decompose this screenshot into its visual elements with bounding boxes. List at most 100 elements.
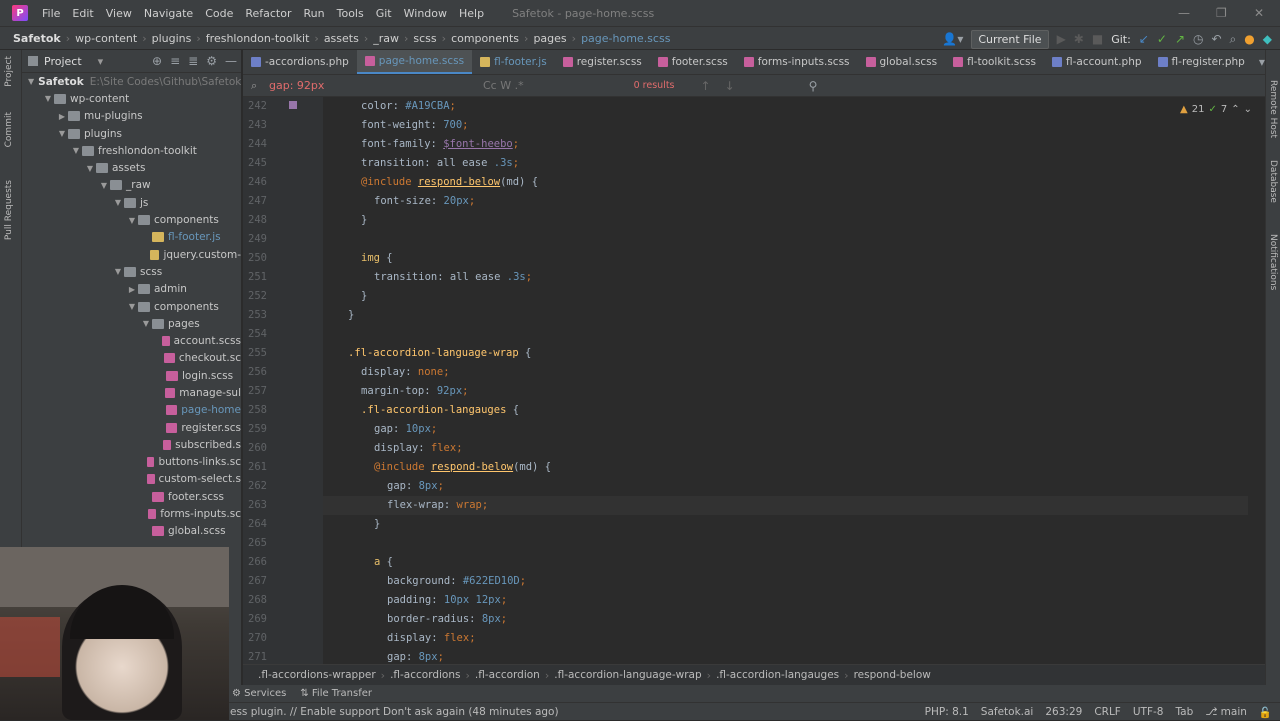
search-icon[interactable]: ⌕ (1230, 32, 1237, 47)
debug-icon[interactable]: ✱ (1074, 32, 1084, 46)
tree-item[interactable]: ▼ freshlondon-toolkit (22, 142, 241, 159)
code-line[interactable]: padding: 10px 12px; (387, 594, 507, 606)
line-separator[interactable]: CRLF (1094, 706, 1121, 718)
expand-arrow-icon[interactable]: ▼ (126, 216, 138, 225)
code-breadcrumb-item[interactable]: .fl-accordions-wrapper (253, 669, 381, 681)
code-line[interactable]: display: flex; (387, 632, 476, 644)
find-options[interactable]: Cc W .* (483, 79, 524, 92)
code-line[interactable]: .fl-accordion-langauges { (361, 404, 519, 416)
expand-arrow-icon[interactable]: ▼ (28, 77, 34, 86)
editor-tab[interactable]: forms-inputs.scss (736, 50, 858, 74)
code-line[interactable]: flex-wrap: wrap; (387, 499, 488, 511)
menu-item-help[interactable]: Help (453, 7, 490, 20)
expand-all-icon[interactable]: ≡ (170, 54, 180, 68)
code-line[interactable]: a { (374, 556, 393, 568)
menu-item-file[interactable]: File (36, 7, 66, 20)
database-tool-tab[interactable]: Database (1268, 160, 1278, 203)
run-config-select[interactable]: Current File (971, 29, 1049, 49)
code-line[interactable]: border-radius: 8px; (387, 613, 507, 625)
nav-crumb[interactable]: freshlondon-toolkit (201, 32, 315, 45)
git-update-icon[interactable]: ↙ (1139, 32, 1149, 46)
status-message[interactable]: ess plugin. // Enable support Don't ask … (230, 706, 559, 718)
tree-item[interactable]: ▼ components (22, 298, 241, 315)
expand-arrow-icon[interactable]: ▶ (56, 112, 68, 121)
code-editor[interactable]: color: #A19CBA; font-weight: 700; font-fam… (323, 97, 1248, 664)
code-breadcrumb-item[interactable]: .fl-accordion (470, 669, 545, 681)
remote-host-tool-tab[interactable]: Remote Host (1268, 80, 1278, 138)
code-line[interactable]: } (374, 518, 380, 530)
tree-item[interactable]: fl-footer.js (22, 229, 241, 246)
project-view-select[interactable]: Project (44, 55, 82, 68)
code-line[interactable]: } (348, 309, 354, 321)
tree-item[interactable]: ▼ pages (22, 315, 241, 332)
git-push-icon[interactable]: ↗ (1175, 32, 1185, 46)
menu-item-tools[interactable]: Tools (331, 7, 370, 20)
pull-requests-tool-tab[interactable]: Pull Requests (4, 180, 14, 240)
tree-item[interactable]: buttons-links.sc (22, 454, 241, 471)
editor-tab[interactable]: footer.scss (650, 50, 736, 74)
code-line[interactable]: display: flex; (374, 442, 463, 454)
expand-arrow-icon[interactable]: ▼ (126, 302, 138, 311)
code-line[interactable]: transition: all ease .3s; (361, 157, 519, 169)
nav-crumb[interactable]: scss (408, 32, 441, 45)
code-breadcrumb-item[interactable]: .fl-accordions (385, 669, 465, 681)
menu-item-window[interactable]: Window (398, 7, 453, 20)
filter-icon[interactable]: ⚲ (809, 79, 818, 93)
code-line[interactable]: .fl-accordion-language-wrap { (348, 347, 531, 359)
indent-setting[interactable]: Tab (1175, 706, 1193, 718)
tree-item[interactable]: forms-inputs.sc (22, 505, 241, 522)
code-breadcrumb-item[interactable]: .fl-accordion-language-wrap (549, 669, 706, 681)
tree-item[interactable]: ▼ js (22, 194, 241, 211)
chevron-down-icon[interactable]: ▾ (98, 55, 104, 68)
hide-icon[interactable]: — (225, 54, 237, 68)
toolbox-icon[interactable]: ◆ (1263, 32, 1272, 46)
run-icon[interactable]: ▶ (1057, 32, 1066, 46)
project-indicator[interactable]: Safetok.ai (981, 706, 1034, 718)
tree-item[interactable]: global.scss (22, 523, 241, 540)
expand-arrow-icon[interactable]: ▼ (140, 319, 152, 328)
tree-item[interactable]: subscribed.s (22, 436, 241, 453)
menu-item-code[interactable]: Code (199, 7, 239, 20)
editor-tab[interactable]: fl-toolkit.scss (945, 50, 1044, 74)
inspection-widget[interactable]: ▲ 21 ✓ 7 ⌃ ⌄ (1180, 104, 1252, 115)
tabs-menu-icon[interactable]: ▾ (1259, 55, 1265, 69)
notifications-tool-tab[interactable]: Notifications (1268, 234, 1278, 290)
history-icon[interactable]: ◷ (1193, 32, 1203, 46)
editor-tab[interactable]: -accordions.php (243, 50, 357, 74)
code-line[interactable]: gap: 10px; (374, 423, 437, 435)
code-line[interactable]: transition: all ease .3s; (374, 271, 532, 283)
code-line[interactable]: color: #A19CBA; (361, 100, 456, 112)
tree-item[interactable]: ▶ mu-plugins (22, 108, 241, 125)
editor-tab[interactable]: register.scss (555, 50, 650, 74)
code-breadcrumb-item[interactable]: .fl-accordion-langauges (711, 669, 844, 681)
tree-item[interactable]: ▼ plugins (22, 125, 241, 142)
code-line[interactable]: @include respond-below(md) { (361, 176, 538, 188)
menu-item-refactor[interactable]: Refactor (239, 7, 297, 20)
code-line[interactable]: font-size: 20px; (374, 195, 475, 207)
editor-tab[interactable]: fl-footer.js (472, 50, 555, 74)
bookmark-icon[interactable] (289, 101, 297, 109)
chevron-down-icon[interactable]: ⌄ (1244, 104, 1252, 115)
nav-crumb[interactable]: components (446, 32, 524, 45)
tree-item[interactable]: footer.scss (22, 488, 241, 505)
locate-icon[interactable]: ⊕ (152, 54, 162, 68)
file-encoding[interactable]: UTF-8 (1133, 706, 1164, 718)
code-line[interactable]: } (361, 290, 367, 302)
update-icon[interactable]: ● (1244, 32, 1254, 46)
expand-arrow-icon[interactable]: ▼ (42, 94, 54, 103)
menu-item-git[interactable]: Git (370, 7, 398, 20)
find-input[interactable]: gap: 92px (243, 79, 483, 92)
code-line[interactable]: margin-top: 92px; (361, 385, 468, 397)
settings-gear-icon[interactable]: ⚙ (206, 54, 217, 68)
code-line[interactable]: } (361, 214, 367, 226)
editor-tab[interactable]: fl-register.php (1150, 50, 1253, 74)
code-line[interactable]: gap: 8px; (387, 651, 444, 663)
tree-item[interactable]: jquery.custom- (22, 246, 241, 263)
git-commit-icon[interactable]: ✓ (1157, 32, 1167, 46)
expand-arrow-icon[interactable]: ▼ (84, 164, 96, 173)
tree-item[interactable]: checkout.sc (22, 350, 241, 367)
commit-tool-tab[interactable]: Commit (4, 112, 14, 147)
code-line[interactable]: img { (361, 252, 393, 264)
tree-item[interactable]: page-home (22, 402, 241, 419)
code-line[interactable]: background: #622ED10D; (387, 575, 526, 587)
